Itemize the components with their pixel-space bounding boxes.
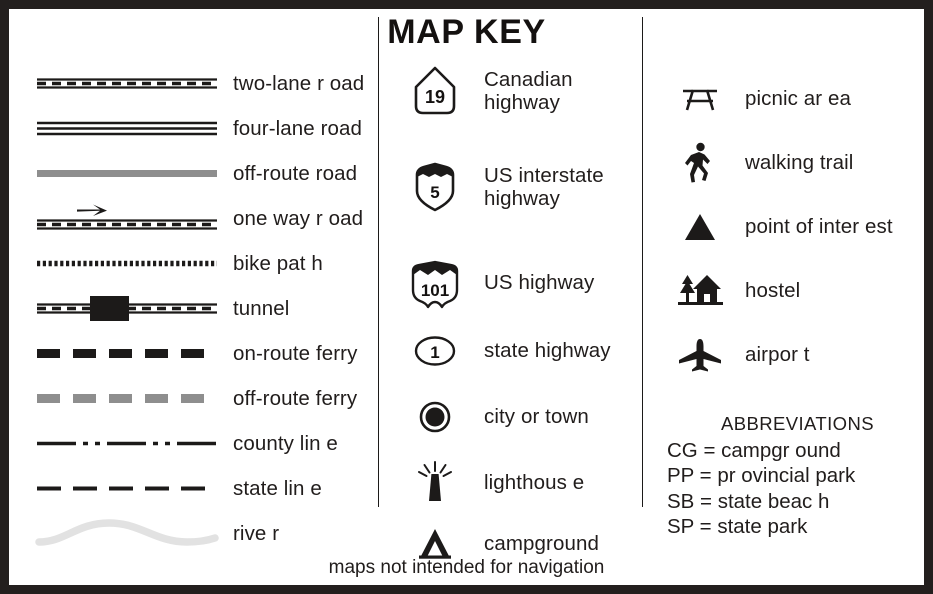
- legend-label: US highway: [484, 271, 595, 295]
- us-highway-shield-icon: 101: [404, 255, 466, 311]
- legend-row-city-or-town: city or town: [394, 389, 644, 445]
- off-route-ferry-symbol: [37, 376, 217, 421]
- legend-row-bike-path: bike pat h: [19, 241, 379, 286]
- legend-label: state lin e: [233, 476, 322, 500]
- legend-row-off-route-ferry: off-route ferry: [19, 376, 379, 421]
- shield-number: 101: [421, 281, 449, 300]
- legend-label: off-route ferry: [233, 386, 358, 410]
- legend-row-state-line: state lin e: [19, 466, 379, 511]
- legend-row-four-lane-road: four-lane road: [19, 106, 379, 151]
- picnic-table-icon: [671, 75, 729, 123]
- legend-label: off-route road: [233, 161, 358, 185]
- legend-label: picnic ar ea: [745, 87, 852, 111]
- tunnel-symbol: [37, 286, 217, 331]
- legend-label: county lin e: [233, 431, 338, 455]
- abbreviations-title: ABBREVIATIONS: [721, 413, 874, 434]
- hostel-house-icon: [671, 267, 729, 315]
- legend-row-canadian-highway: 19 Canadian highway: [394, 63, 644, 119]
- legend-row-hostel: hostel: [657, 265, 922, 317]
- legend-row-us-highway: 101 US highway: [394, 255, 644, 311]
- legend-row-one-way-road: one way r oad: [19, 196, 379, 241]
- state-line-symbol: [37, 466, 217, 511]
- legend-row-walking-trail: walking trail: [657, 137, 922, 189]
- county-line-symbol: [37, 421, 217, 466]
- legend-row-county-line: county lin e: [19, 421, 379, 466]
- legend-columns: two-lane r oad four-lane road off-route …: [9, 61, 924, 559]
- legend-label: two-lane r oad: [233, 71, 365, 95]
- legend-label: hostel: [745, 279, 801, 303]
- river-symbol: [35, 511, 219, 556]
- legend-label: rive r: [233, 521, 280, 545]
- abbreviation-entry: SB = state beac h: [667, 489, 830, 513]
- page-title: MAP KEY: [387, 13, 546, 51]
- shield-number: 1: [430, 343, 439, 362]
- airplane-icon: [671, 331, 729, 379]
- abbreviation-entry: PP = pr ovincial park: [667, 464, 856, 488]
- shield-number: 19: [425, 87, 445, 107]
- canadian-highway-shield-icon: 19: [404, 63, 466, 119]
- legend-row-off-route-road: off-route road: [19, 151, 379, 196]
- legend-label: lighthous e: [484, 471, 585, 495]
- legend-label: city or town: [484, 405, 589, 429]
- bike-path-symbol: [37, 241, 217, 286]
- triangle-marker-icon: [671, 203, 729, 251]
- us-interstate-shield-icon: 5: [404, 159, 466, 215]
- legend-row-on-route-ferry: on-route ferry: [19, 331, 379, 376]
- abbreviation-entry: SP = state park: [667, 515, 808, 539]
- legend-row-two-lane-road: two-lane r oad: [19, 61, 379, 106]
- off-route-road-symbol: [37, 151, 217, 196]
- direction-arrow-icon: [77, 204, 107, 216]
- legend-row-point-of-interest: point of inter est: [657, 201, 922, 253]
- points-column: picnic ar ea walking trail point of inte…: [657, 61, 922, 551]
- legend-row-river: rive r: [19, 511, 379, 556]
- legend-row-airport: airpor t: [657, 329, 922, 381]
- legend-label: tunnel: [233, 296, 290, 320]
- routes-column: 19 Canadian highway 5 US interstate high…: [394, 61, 644, 559]
- legend-row-tunnel: tunnel: [19, 286, 379, 331]
- legend-label: US interstate highway: [484, 163, 604, 210]
- roads-column: two-lane r oad four-lane road off-route …: [19, 61, 379, 551]
- walking-person-icon: [671, 139, 729, 187]
- map-key-panel: MAP KEY two-lane r oad four-lane road of…: [0, 0, 933, 594]
- legend-label: point of inter est: [745, 215, 893, 239]
- state-highway-oval-icon: 1: [404, 323, 466, 379]
- legend-label: walking trail: [745, 151, 854, 175]
- legend-label: Canadian highway: [484, 67, 573, 114]
- one-way-road-symbol: [37, 196, 217, 241]
- city-or-town-icon: [404, 389, 466, 445]
- legend-row-lighthouse: lighthous e: [394, 455, 644, 511]
- legend-label: campground: [484, 532, 599, 556]
- abbreviations-block: ABBREVIATIONS CG = campgr ound PP = pr o…: [667, 413, 922, 540]
- legend-label: state highway: [484, 339, 611, 363]
- legend-label: on-route ferry: [233, 341, 358, 365]
- legend-row-picnic-area: picnic ar ea: [657, 73, 922, 125]
- footer-note: maps not intended for navigation: [328, 557, 605, 578]
- abbreviation-entry: CG = campgr ound: [667, 439, 841, 462]
- shield-number: 5: [430, 183, 439, 202]
- legend-label: one way r oad: [233, 206, 364, 230]
- two-lane-road-symbol: [37, 61, 217, 106]
- legend-label: four-lane road: [233, 116, 363, 140]
- legend-row-state-highway: 1 state highway: [394, 323, 644, 379]
- legend-label: bike pat h: [233, 251, 323, 275]
- lighthouse-icon: [404, 455, 466, 511]
- four-lane-road-symbol: [37, 106, 217, 151]
- on-route-ferry-symbol: [37, 331, 217, 376]
- legend-row-us-interstate-highway: 5 US interstate highway: [394, 159, 644, 215]
- legend-label: airpor t: [745, 343, 810, 367]
